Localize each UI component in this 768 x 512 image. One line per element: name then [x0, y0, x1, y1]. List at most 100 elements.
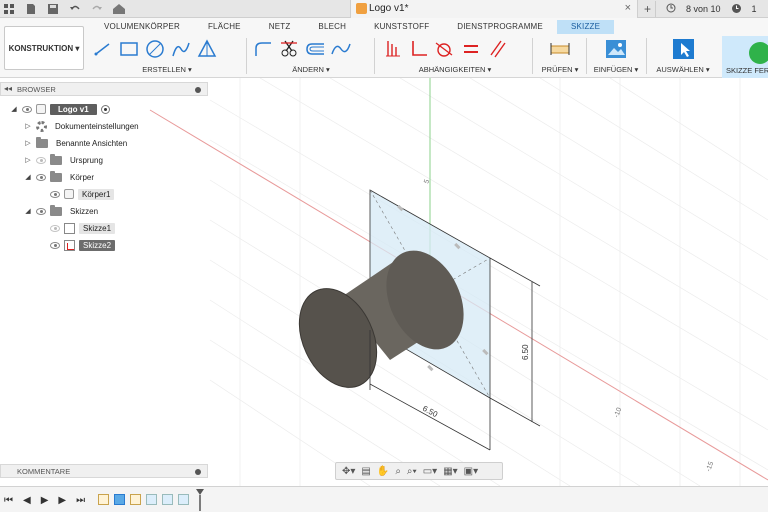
expand-triangle-icon[interactable]: ▷ [24, 122, 32, 130]
close-tab-icon[interactable]: × [625, 2, 631, 14]
offset-icon[interactable] [304, 38, 326, 60]
timeline-body-icon[interactable] [178, 494, 189, 505]
spline-icon[interactable] [330, 38, 352, 60]
visibility-eye-icon[interactable] [50, 224, 60, 232]
tab-dienstprogramme[interactable]: DIENSTPROGRAMME [443, 20, 557, 34]
tree-node-koerper1[interactable]: Körper1 [50, 187, 115, 201]
tab-blech[interactable]: BLECH [304, 20, 360, 34]
arc-icon[interactable] [170, 38, 192, 60]
expand-triangle-icon[interactable]: ◢ [24, 207, 32, 215]
tree-label: Dokumenteinstellungen [55, 121, 139, 131]
visibility-eye-icon[interactable] [22, 105, 32, 113]
group-label-abhaengigkeiten[interactable]: ABHÄNGIGKEITEN ▾ [382, 65, 528, 74]
equal-constraint-icon[interactable] [460, 38, 482, 60]
axis-label-minus10: -10 [613, 407, 623, 419]
go-to-end-icon[interactable]: ⏭ [76, 495, 85, 506]
divider [532, 38, 533, 74]
expand-triangle-icon[interactable]: ◢ [10, 105, 18, 113]
tangent-constraint-icon[interactable] [434, 38, 456, 60]
zoom-window-icon[interactable]: ⌕▾ [407, 466, 417, 477]
perpendicular-constraint-icon[interactable] [408, 38, 430, 60]
tree-node-benannte-ansichten[interactable]: ▷ Benannte Ansichten [24, 136, 131, 150]
look-at-icon[interactable]: ▤ [361, 466, 370, 477]
dimension-vertical[interactable]: 6.50 [521, 344, 530, 360]
group-label-einfuegen[interactable]: EINFÜGEN ▾ [590, 65, 642, 74]
new-tab-button[interactable]: + [640, 1, 656, 17]
tree-node-skizzen[interactable]: ◢ Skizzen [24, 204, 102, 218]
measure-icon[interactable] [549, 38, 571, 60]
timeline-sketch-icon[interactable] [98, 494, 109, 505]
visibility-eye-icon[interactable] [36, 156, 46, 164]
version-counter[interactable]: 8 von 10 [686, 4, 721, 14]
circle-icon[interactable] [144, 38, 166, 60]
timeline-extrude-icon[interactable] [114, 494, 125, 505]
play-icon[interactable]: ▶ [41, 495, 49, 506]
undo-icon[interactable] [68, 2, 82, 16]
comments-add-icon[interactable] [195, 469, 201, 475]
grid-settings-icon[interactable]: ▦▾ [443, 466, 457, 477]
redo-icon[interactable] [90, 2, 104, 16]
tree-node-koerper[interactable]: ◢ Körper [24, 170, 98, 184]
orbit-icon[interactable]: ✥▾ [342, 466, 355, 477]
timeline-revolve-icon[interactable] [162, 494, 173, 505]
group-label-aendern[interactable]: ÄNDERN ▾ [252, 65, 370, 74]
jobs-clock-icon[interactable] [731, 3, 742, 16]
app-grid-icon[interactable] [2, 2, 16, 16]
group-einfuegen: EINFÜGEN ▾ [590, 36, 642, 76]
version-history-icon[interactable] [666, 3, 676, 15]
pan-hand-icon[interactable]: ✋ [377, 466, 389, 477]
group-label-erstellen[interactable]: ERSTELLEN ▾ [92, 65, 242, 74]
visibility-eye-icon[interactable] [36, 207, 46, 215]
tree-node-ursprung[interactable]: ▷ Ursprung [24, 153, 107, 167]
zoom-icon[interactable]: ⌕ [395, 466, 401, 477]
tab-kunststoff[interactable]: KUNSTSTOFF [360, 20, 443, 34]
collapse-browser-icon[interactable]: ◂◂ [4, 84, 12, 93]
expand-triangle-icon[interactable]: ▷ [24, 156, 32, 164]
browser-header[interactable]: ◂◂ BROWSER [0, 82, 208, 96]
tab-netz[interactable]: NETZ [255, 20, 305, 34]
select-cursor-icon[interactable] [672, 38, 694, 60]
trim-scissors-icon[interactable] [278, 38, 300, 60]
visibility-eye-icon[interactable] [50, 241, 60, 249]
tree-node-skizze1[interactable]: Skizze1 [50, 221, 116, 235]
visibility-eye-icon[interactable] [36, 173, 46, 181]
home-icon[interactable] [112, 2, 126, 16]
group-label-auswaehlen[interactable]: AUSWÄHLEN ▾ [652, 65, 714, 74]
file-menu-icon[interactable] [24, 2, 38, 16]
insert-image-icon[interactable] [605, 38, 627, 60]
timeline-extrude-icon[interactable] [146, 494, 157, 505]
display-settings-icon[interactable]: ▭▾ [423, 466, 437, 477]
line-icon[interactable] [92, 38, 114, 60]
step-forward-icon[interactable]: ▶ [58, 495, 66, 506]
polygon-icon[interactable] [196, 38, 218, 60]
expand-triangle-icon[interactable]: ◢ [24, 173, 32, 181]
comments-header[interactable]: KOMMENTARE [0, 464, 208, 478]
group-label-pruefen[interactable]: PRÜFEN ▾ [538, 65, 582, 74]
expand-triangle-icon[interactable]: ▷ [24, 139, 32, 147]
tree-node-root[interactable]: ◢ Logo v1 [10, 102, 110, 116]
activate-radio-icon[interactable] [100, 104, 110, 114]
finish-sketch-button[interactable]: SKIZZE FER [722, 36, 768, 78]
viewports-icon[interactable]: ▣▾ [464, 466, 478, 477]
tree-node-skizze2[interactable]: Skizze2 [50, 238, 116, 252]
browser-pin-icon[interactable] [195, 87, 201, 93]
visibility-eye-icon[interactable] [50, 190, 60, 198]
step-back-icon[interactable]: ◀ [23, 495, 31, 506]
tab-skizze[interactable]: SKIZZE [556, 20, 615, 34]
document-tab[interactable]: Logo v1* × [350, 0, 638, 18]
coincident-constraint-icon[interactable] [382, 38, 404, 60]
tree-node-dokumenteinstellungen[interactable]: ▷ Dokumenteinstellungen [24, 119, 143, 133]
timeline-sketch-icon[interactable] [130, 494, 141, 505]
tab-flaeche[interactable]: FLÄCHE [194, 20, 255, 34]
save-icon[interactable] [46, 2, 60, 16]
timeline: ⏮ ◀ ▶ ▶ ⏭ [0, 486, 768, 512]
fillet-icon[interactable] [252, 38, 274, 60]
rectangle-icon[interactable] [118, 38, 140, 60]
parallel-constraint-icon[interactable] [486, 38, 508, 60]
folder-icon [50, 204, 62, 216]
divider [646, 38, 647, 74]
tab-volumenkoerper[interactable]: VOLUMENKÖRPER [90, 20, 194, 34]
workspace-switcher[interactable]: KONSTRUKTION ▾ [4, 26, 84, 70]
timeline-marker-icon[interactable] [196, 489, 204, 511]
go-to-start-icon[interactable]: ⏮ [4, 495, 13, 506]
